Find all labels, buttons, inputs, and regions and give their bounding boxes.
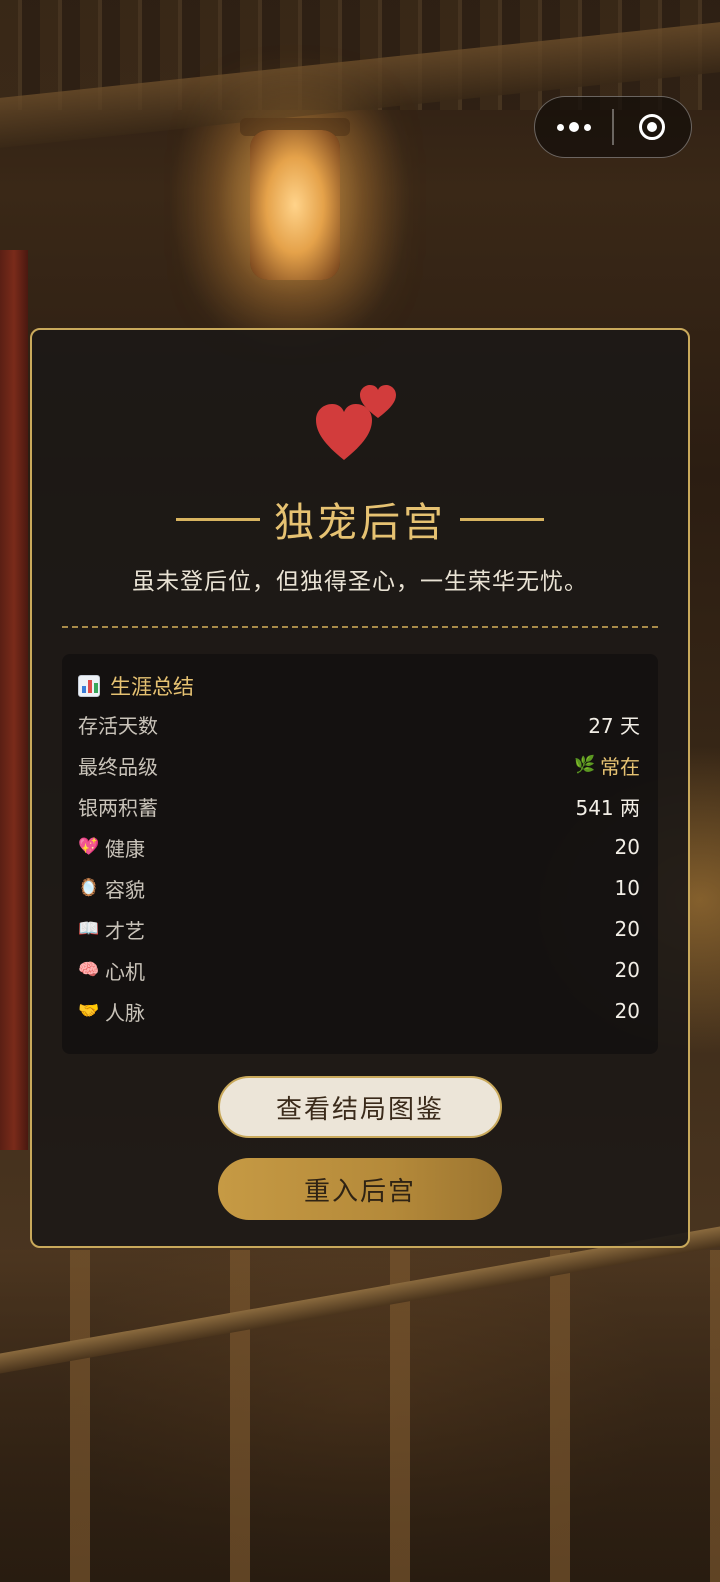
bar-chart-icon	[78, 675, 100, 697]
title-right-line	[460, 517, 544, 521]
health-label-group: 💖 健康	[78, 833, 145, 862]
ending-title-row: 独宠后宫	[30, 494, 690, 546]
brain-icon: 🧠	[78, 959, 100, 980]
two-hearts-icon	[316, 385, 396, 460]
talent-label: 才艺	[105, 918, 145, 943]
background-pillar	[0, 250, 28, 1150]
summary-row-rank: 最终品级 🌿 常在	[78, 749, 640, 781]
restart-game-button[interactable]: 重入后宫	[218, 1158, 502, 1220]
rank-value-group: 🌿 常在	[574, 751, 640, 780]
scheming-value: 20	[614, 958, 640, 982]
days-label: 存活天数	[78, 713, 158, 738]
target-circle-icon	[639, 114, 666, 140]
summary-title: 生涯总结	[110, 675, 194, 699]
connections-label-group: 🤝 人脉	[78, 997, 145, 1026]
dashed-divider	[62, 626, 658, 628]
talent-label-group: 📖 才艺	[78, 915, 145, 944]
summary-row-talent: 📖 才艺 20	[78, 913, 640, 945]
summary-row-connections: 🤝 人脉 20	[78, 995, 640, 1027]
summary-row-days: 存活天数 27 天	[78, 708, 640, 740]
more-dots-icon	[556, 122, 591, 132]
herb-icon: 🌿	[574, 754, 596, 775]
appearance-label: 容貌	[105, 877, 145, 902]
view-ending-gallery-button[interactable]: 查看结局图鉴	[218, 1076, 502, 1138]
ending-description: 虽未登后位，但独得圣心，一生荣华无忧。	[132, 569, 588, 595]
health-value: 20	[614, 835, 640, 859]
mirror-icon: 🪞	[78, 877, 100, 898]
summary-row-appearance: 🪞 容貌 10	[78, 872, 640, 904]
ending-title: 独宠后宫	[274, 500, 446, 546]
rank-value: 常在	[600, 754, 640, 779]
summary-row-health: 💖 健康 20	[78, 831, 640, 863]
background-lantern	[250, 130, 340, 280]
handshake-icon: 🤝	[78, 1000, 100, 1021]
more-button[interactable]	[535, 97, 612, 157]
title-left-line	[176, 517, 260, 521]
appearance-label-group: 🪞 容貌	[78, 874, 145, 903]
summary-row-scheming: 🧠 心机 20	[78, 954, 640, 986]
silver-value: 541 两	[575, 795, 640, 820]
connections-value: 20	[614, 999, 640, 1023]
summary-header: 生涯总结	[78, 670, 194, 702]
silver-label: 银两积蓄	[78, 795, 158, 820]
days-value: 27 天	[588, 713, 640, 738]
ending-screen: 独宠后宫 虽未登后位，但独得圣心，一生荣华无忧。 生涯总结 存活天数 27 天 …	[0, 0, 720, 1582]
connections-label: 人脉	[105, 1000, 145, 1025]
talent-value: 20	[614, 917, 640, 941]
scheming-label-group: 🧠 心机	[78, 956, 145, 985]
miniprogram-capsule	[534, 96, 692, 158]
open-book-icon: 📖	[78, 918, 100, 939]
close-miniprogram-button[interactable]	[614, 97, 691, 157]
scheming-label: 心机	[105, 959, 145, 984]
summary-row-silver: 银两积蓄 541 两	[78, 790, 640, 822]
appearance-value: 10	[614, 876, 640, 900]
sparkling-heart-icon: 💖	[78, 836, 100, 857]
rank-label: 最终品级	[78, 754, 158, 779]
health-label: 健康	[105, 836, 145, 861]
